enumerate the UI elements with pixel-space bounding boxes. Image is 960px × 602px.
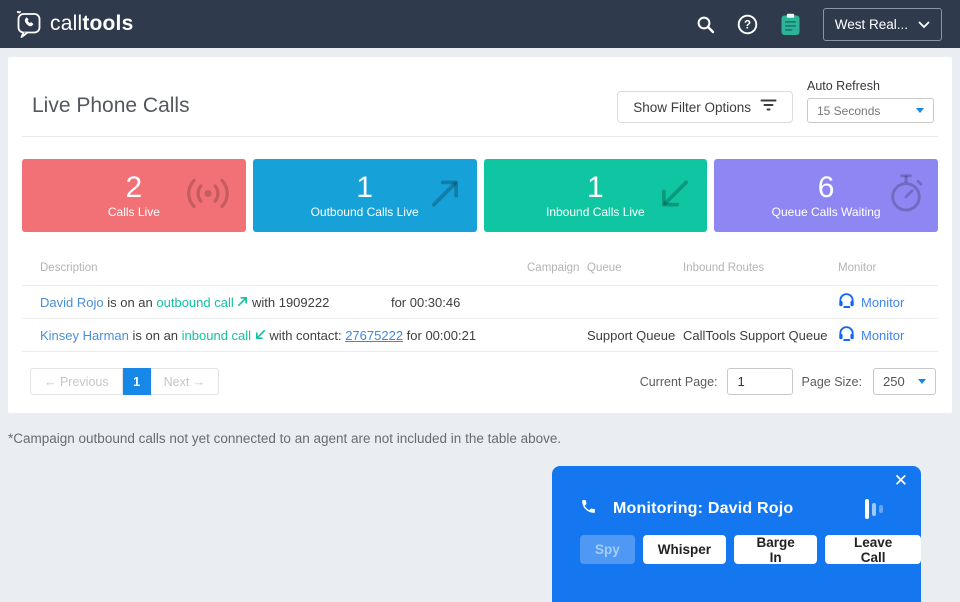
campaign-footnote: *Campaign outbound calls not yet connect… <box>8 431 562 446</box>
agent-link[interactable]: Kinsey Harman <box>40 328 129 343</box>
phone-icon <box>580 498 597 520</box>
audio-level-icon <box>865 498 883 520</box>
spy-button[interactable]: Spy <box>580 535 635 564</box>
col-campaign: Campaign <box>527 262 580 274</box>
live-calls-table: Description Campaign Queue Inbound Route… <box>22 258 938 352</box>
close-icon[interactable]: ✕ <box>894 472 908 489</box>
current-page-input[interactable] <box>726 368 793 395</box>
auto-refresh-label: Auto Refresh <box>807 79 880 93</box>
stat-queue-calls-waiting[interactable]: 6 Queue Calls Waiting <box>714 159 938 232</box>
table-row: Kinsey Harman is on an inbound call with… <box>22 318 938 352</box>
filter-icon <box>760 99 777 115</box>
logo-wordmark: calltools <box>50 12 134 35</box>
auto-refresh-control: Auto Refresh 15 Seconds <box>807 79 934 123</box>
pagination-row: ← Previous 1 Next → Current Page: Page S… <box>22 368 938 401</box>
current-page-label: Current Page: <box>639 374 718 389</box>
stat-label: Calls Live <box>107 205 160 220</box>
calltools-logo[interactable]: calltools <box>14 9 133 39</box>
campaign-cell <box>527 285 587 319</box>
account-dropdown-label: West Real... <box>834 16 908 32</box>
stat-label: Inbound Calls Live <box>546 205 645 220</box>
stat-value: 2 <box>125 170 143 204</box>
header-divider <box>22 136 938 137</box>
monitoring-popup: ✕ Monitoring: David Rojo Spy Whisper Bar… <box>552 466 921 602</box>
svg-text:?: ? <box>744 19 751 31</box>
inbound-arrow-icon <box>255 328 270 343</box>
call-type-label: inbound call <box>181 327 252 343</box>
call-duration: for 00:30:46 <box>390 294 461 310</box>
stat-value: 1 <box>587 170 604 204</box>
monitoring-title: Monitoring: David Rojo <box>613 500 794 517</box>
stat-value: 1 <box>356 170 373 204</box>
call-duration: for 00:00:21 <box>406 327 477 343</box>
previous-page-button[interactable]: ← Previous <box>30 368 123 395</box>
description-text: with 1909222 <box>251 294 330 310</box>
stat-label: Queue Calls Waiting <box>771 205 881 220</box>
arrow-down-left-icon <box>655 173 695 218</box>
stat-value: 6 <box>817 170 835 204</box>
stat-label: Outbound Calls Live <box>310 205 419 220</box>
monitor-link[interactable]: Monitor <box>838 292 938 312</box>
barge-in-button[interactable]: Barge In <box>734 535 818 565</box>
queue-cell <box>587 285 683 319</box>
filter-button-label: Show Filter Options <box>633 99 751 115</box>
live-calls-panel: Live Phone Calls Show Filter Options Aut… <box>8 57 952 413</box>
top-navbar: calltools ? West Real... <box>0 0 960 48</box>
chevron-down-icon <box>918 17 930 32</box>
queue-cell: Support Queue <box>587 318 683 352</box>
whisper-button[interactable]: Whisper <box>642 535 727 564</box>
col-inbound-routes: Inbound Routes <box>683 262 765 274</box>
campaign-cell <box>527 318 587 352</box>
headset-icon <box>838 292 855 312</box>
description-text: with contact: <box>269 327 342 343</box>
live-signal-icon <box>182 174 234 217</box>
outbound-arrow-icon <box>237 295 252 310</box>
leave-call-button[interactable]: Leave Call <box>825 535 921 565</box>
monitor-actions: Spy Whisper Barge In Leave Call <box>552 520 921 565</box>
stat-calls-live[interactable]: 2 Calls Live <box>22 159 246 232</box>
description-text: is on an <box>107 294 153 310</box>
inbound-routes-cell: CallTools Support Queue <box>683 318 838 352</box>
col-queue: Queue <box>587 262 622 274</box>
next-page-button[interactable]: Next → <box>150 368 220 395</box>
pager-buttons: ← Previous 1 Next → <box>30 368 220 395</box>
page-size-value: 250 <box>883 374 905 389</box>
call-description: Kinsey Harman is on an inbound call with… <box>22 318 527 352</box>
call-type-label: outbound call <box>156 294 234 310</box>
stat-outbound-calls-live[interactable]: 1 Outbound Calls Live <box>252 159 477 232</box>
calltools-phone-bubble-icon <box>14 9 44 39</box>
table-header-row: Description Campaign Queue Inbound Route… <box>22 258 938 286</box>
caret-down-icon <box>918 379 926 384</box>
inbound-routes-cell <box>683 285 838 319</box>
stat-inbound-calls-live[interactable]: 1 Inbound Calls Live <box>483 159 708 232</box>
auto-refresh-value: 15 Seconds <box>817 103 881 118</box>
auto-refresh-select[interactable]: 15 Seconds <box>807 98 934 123</box>
search-icon[interactable] <box>696 15 715 34</box>
stopwatch-icon <box>886 172 926 219</box>
current-page-button[interactable]: 1 <box>122 368 151 395</box>
page-size-label: Page Size: <box>801 374 862 389</box>
arrow-up-right-icon <box>425 173 465 218</box>
monitor-link-label: Monitor <box>861 327 905 343</box>
show-filter-options-button[interactable]: Show Filter Options <box>617 91 793 123</box>
call-description: David Rojo is on an outbound call with 1… <box>22 285 527 319</box>
account-dropdown[interactable]: West Real... <box>822 7 942 41</box>
page-size-select[interactable]: 250 <box>873 368 936 395</box>
caret-down-icon <box>916 108 924 113</box>
stats-row: 2 Calls Live 1 Outbound Calls Live 1 Inb… <box>22 159 938 232</box>
navbar-actions: ? West Real... <box>696 7 942 41</box>
col-description: Description <box>40 262 98 274</box>
headset-icon <box>838 325 855 345</box>
description-text: is on an <box>132 327 179 343</box>
monitor-link-label: Monitor <box>861 294 905 310</box>
help-icon[interactable]: ? <box>737 14 758 35</box>
page-title: Live Phone Calls <box>32 94 190 117</box>
col-monitor: Monitor <box>838 262 877 274</box>
agent-link[interactable]: David Rojo <box>40 295 104 310</box>
clipboard-icon[interactable] <box>780 13 801 36</box>
table-row: David Rojo is on an outbound call with 1… <box>22 285 938 319</box>
contact-link[interactable]: 27675222 <box>345 328 403 343</box>
monitor-link[interactable]: Monitor <box>838 325 938 345</box>
